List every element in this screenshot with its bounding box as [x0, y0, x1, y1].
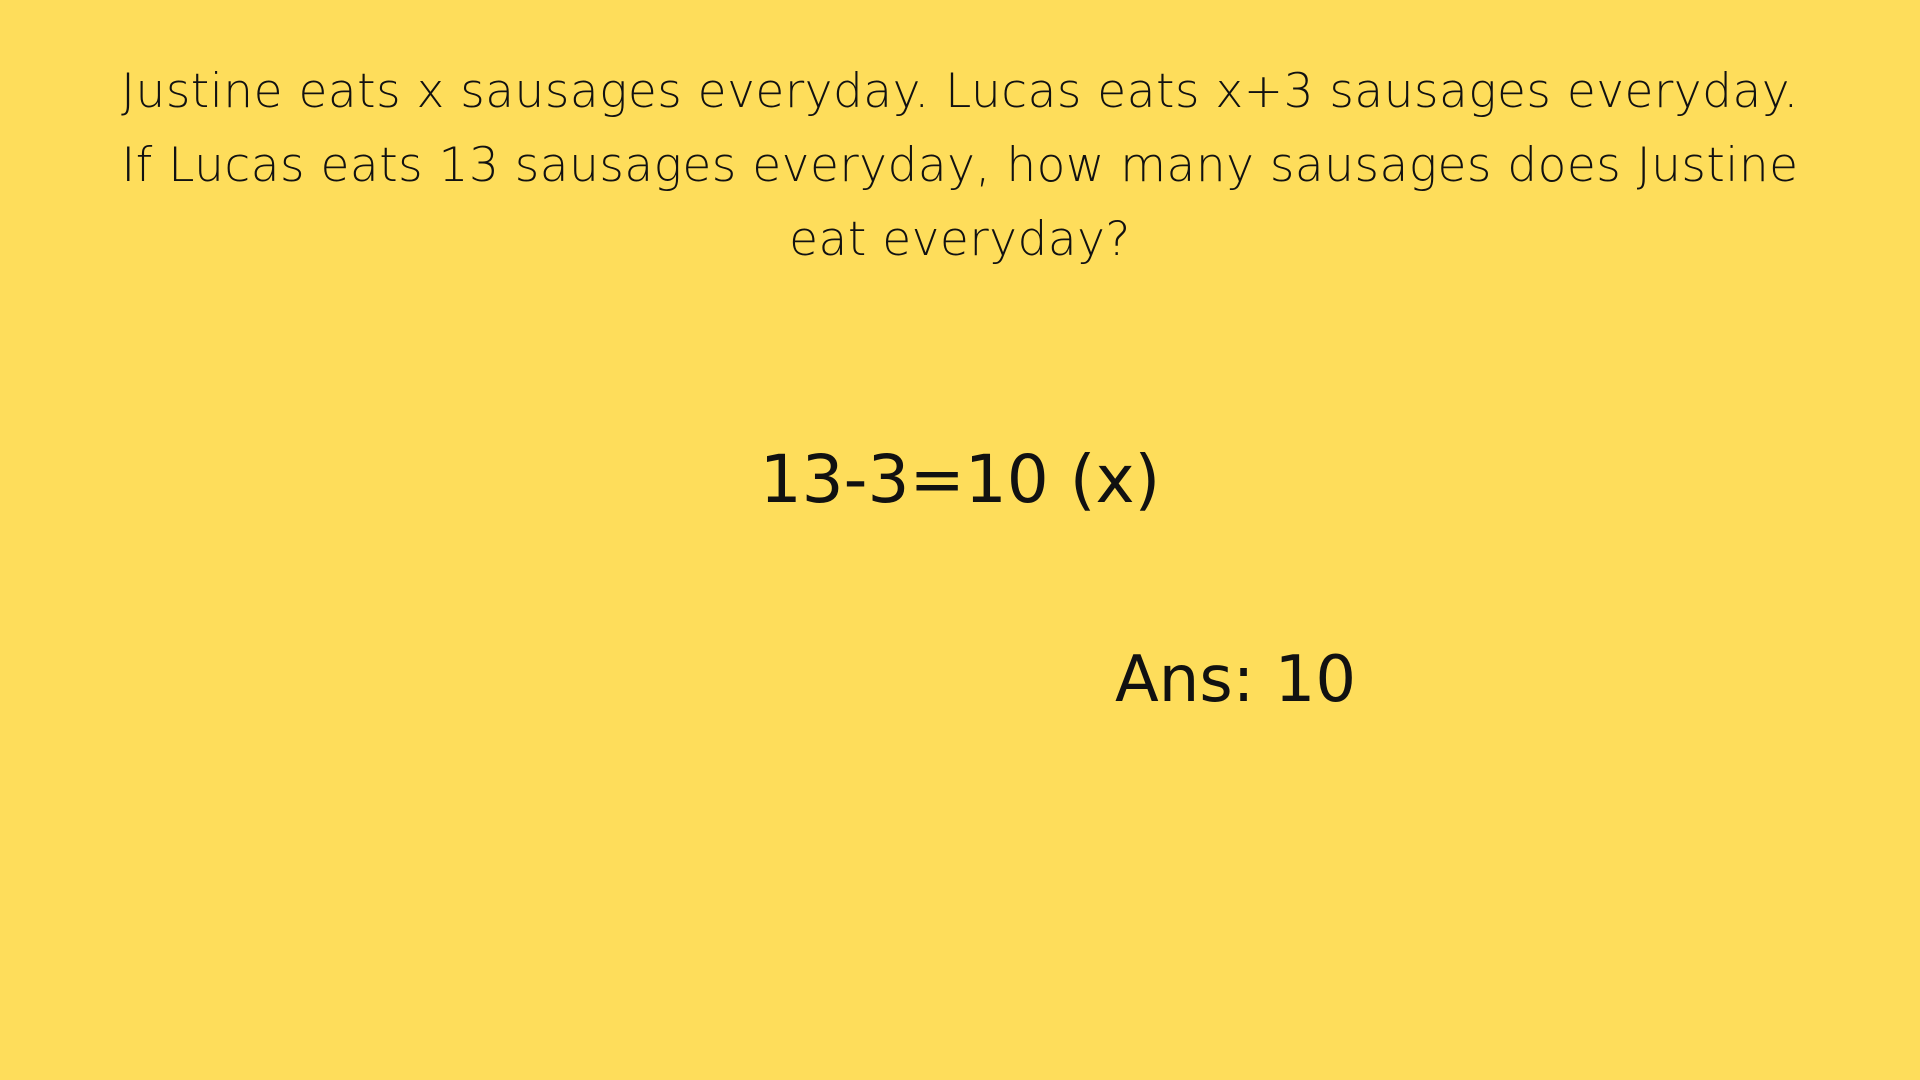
question-line-3: eat everyday?: [789, 212, 1131, 267]
answer-text: Ans: 10: [1115, 643, 1357, 717]
question-line-2: If Lucas eats 13 sausages everyday, how …: [121, 138, 1799, 193]
question-line-1: Justine eats x sausages everyday. Lucas …: [121, 64, 1799, 119]
working-equation: 13-3=10 (x): [759, 441, 1161, 518]
question-text: Justine eats x sausages everyday. Lucas …: [0, 55, 1920, 277]
slide: Justine eats x sausages everyday. Lucas …: [0, 0, 1920, 1080]
